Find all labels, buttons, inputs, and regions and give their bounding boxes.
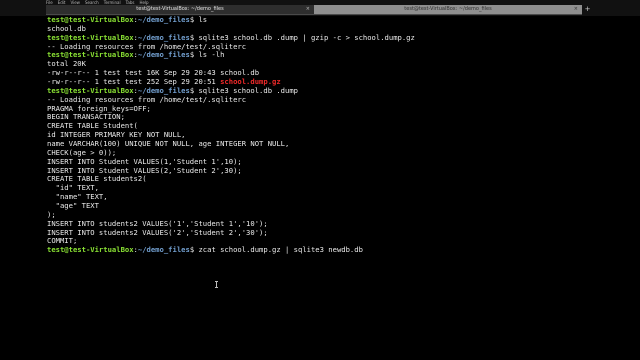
command-line: test@test-VirtualBox:~/demo_files$ ls -l…: [47, 51, 637, 60]
prompt-path: ~/demo_files: [137, 50, 190, 60]
output-text: total 20K: [47, 59, 86, 69]
output-text: "name" TEXT,: [47, 192, 108, 202]
output-text: );: [47, 209, 56, 219]
output-text: "age" TEXT: [47, 201, 99, 211]
close-tab-icon[interactable]: ×: [306, 5, 310, 14]
output-text: school.db: [47, 23, 86, 33]
terminal-window: File Edit View Search Terminal Tabs Help test@…: [0, 0, 640, 360]
output-text: "id" TEXT,: [47, 183, 99, 193]
output-text: -- Loading resources from /home/test/.sq…: [47, 41, 247, 51]
output-text: CREATE TABLE Student(: [47, 121, 138, 131]
output-text: INSERT INTO students2 VALUES('1','Studen…: [47, 218, 268, 228]
prompt-user: test@test-VirtualBox: [47, 15, 134, 24]
prompt-user: test@test-VirtualBox: [47, 245, 134, 255]
terminal-output[interactable]: test@test-VirtualBox:~/demo_files$ ls sch…: [47, 15, 637, 255]
output-text: BEGIN TRANSACTION;: [47, 112, 125, 122]
output-text: -rw-r--r-- 1 test test 16K Sep 29 20:43 …: [47, 68, 260, 78]
command-text: zcat school.dump.gz | sqlite3 newdb.db: [198, 245, 363, 255]
command-text: ls -lh: [198, 50, 225, 60]
tab-bar: test@test-VirtualBox: ~/demo_files × test@…: [46, 5, 582, 15]
output-line: CREATE TABLE students2(: [47, 175, 637, 184]
prompt-path: ~/demo_files: [137, 15, 190, 24]
command-text: ls: [198, 15, 208, 24]
command-text: sqlite3 school.db .dump | gzip -c > scho…: [198, 32, 415, 42]
command-text: sqlite3 school.db .dump: [198, 85, 298, 95]
prompt-user: test@test-VirtualBox: [47, 32, 134, 42]
output-text: COMMIT;: [47, 236, 78, 246]
prompt-path: ~/demo_files: [137, 245, 190, 255]
output-text: -rw-r--r-- 1 test test 252 Sep 29 20:51: [47, 77, 221, 87]
output-text: PRAGMA foreign_keys=OFF;: [47, 103, 151, 113]
output-text: INSERT INTO Student VALUES(1,'Student 1'…: [47, 156, 242, 166]
output-text: id INTEGER PRIMARY KEY NOT NULL,: [47, 130, 186, 140]
output-text: name VARCHAR(100) UNIQUE NOT NULL, age I…: [47, 139, 290, 149]
output-text: INSERT INTO Student VALUES(2,'Student 2'…: [47, 165, 242, 175]
prompt-user: test@test-VirtualBox: [47, 50, 134, 60]
prompt-user: test@test-VirtualBox: [47, 85, 134, 95]
output-line: INSERT INTO students2 VALUES('2','Studen…: [47, 227, 637, 238]
prompt-path: ~/demo_files: [137, 32, 190, 42]
output-text: CHECK(age > 0));: [47, 147, 117, 157]
command-line: test@test-VirtualBox:~/demo_files$ zcat …: [47, 245, 637, 255]
output-text: INSERT INTO students2 VALUES('2','Studen…: [47, 227, 268, 237]
archive-filename: school.dump.gz: [220, 77, 281, 87]
output-line: "name" TEXT,: [47, 192, 637, 202]
tab-1[interactable]: test@test-VirtualBox: ~/demo_files ×: [46, 5, 314, 14]
output-text: -- Loading resources from /home/test/.sq…: [47, 94, 247, 104]
output-line: "id" TEXT,: [47, 183, 637, 193]
prompt-path: ~/demo_files: [137, 85, 190, 95]
tab-2[interactable]: test@test-VirtualBox: ~/demo_files ×: [314, 5, 582, 14]
close-tab-icon[interactable]: ×: [574, 5, 578, 14]
new-tab-icon[interactable]: +: [584, 6, 591, 13]
output-text: CREATE TABLE students2(: [47, 174, 147, 184]
output-line: PRAGMA foreign_keys=OFF;: [47, 103, 637, 114]
output-line: name VARCHAR(100) UNIQUE NOT NULL, age I…: [47, 139, 637, 149]
tab-title: test@test-VirtualBox: ~/demo_files: [404, 6, 492, 12]
tab-title: test@test-VirtualBox: ~/demo_files: [136, 6, 224, 12]
mouse-ibeam-cursor-icon: [215, 281, 218, 288]
command-line: test@test-VirtualBox:~/demo_files$ ls: [47, 15, 637, 25]
output-line: "age" TEXT: [47, 201, 637, 211]
